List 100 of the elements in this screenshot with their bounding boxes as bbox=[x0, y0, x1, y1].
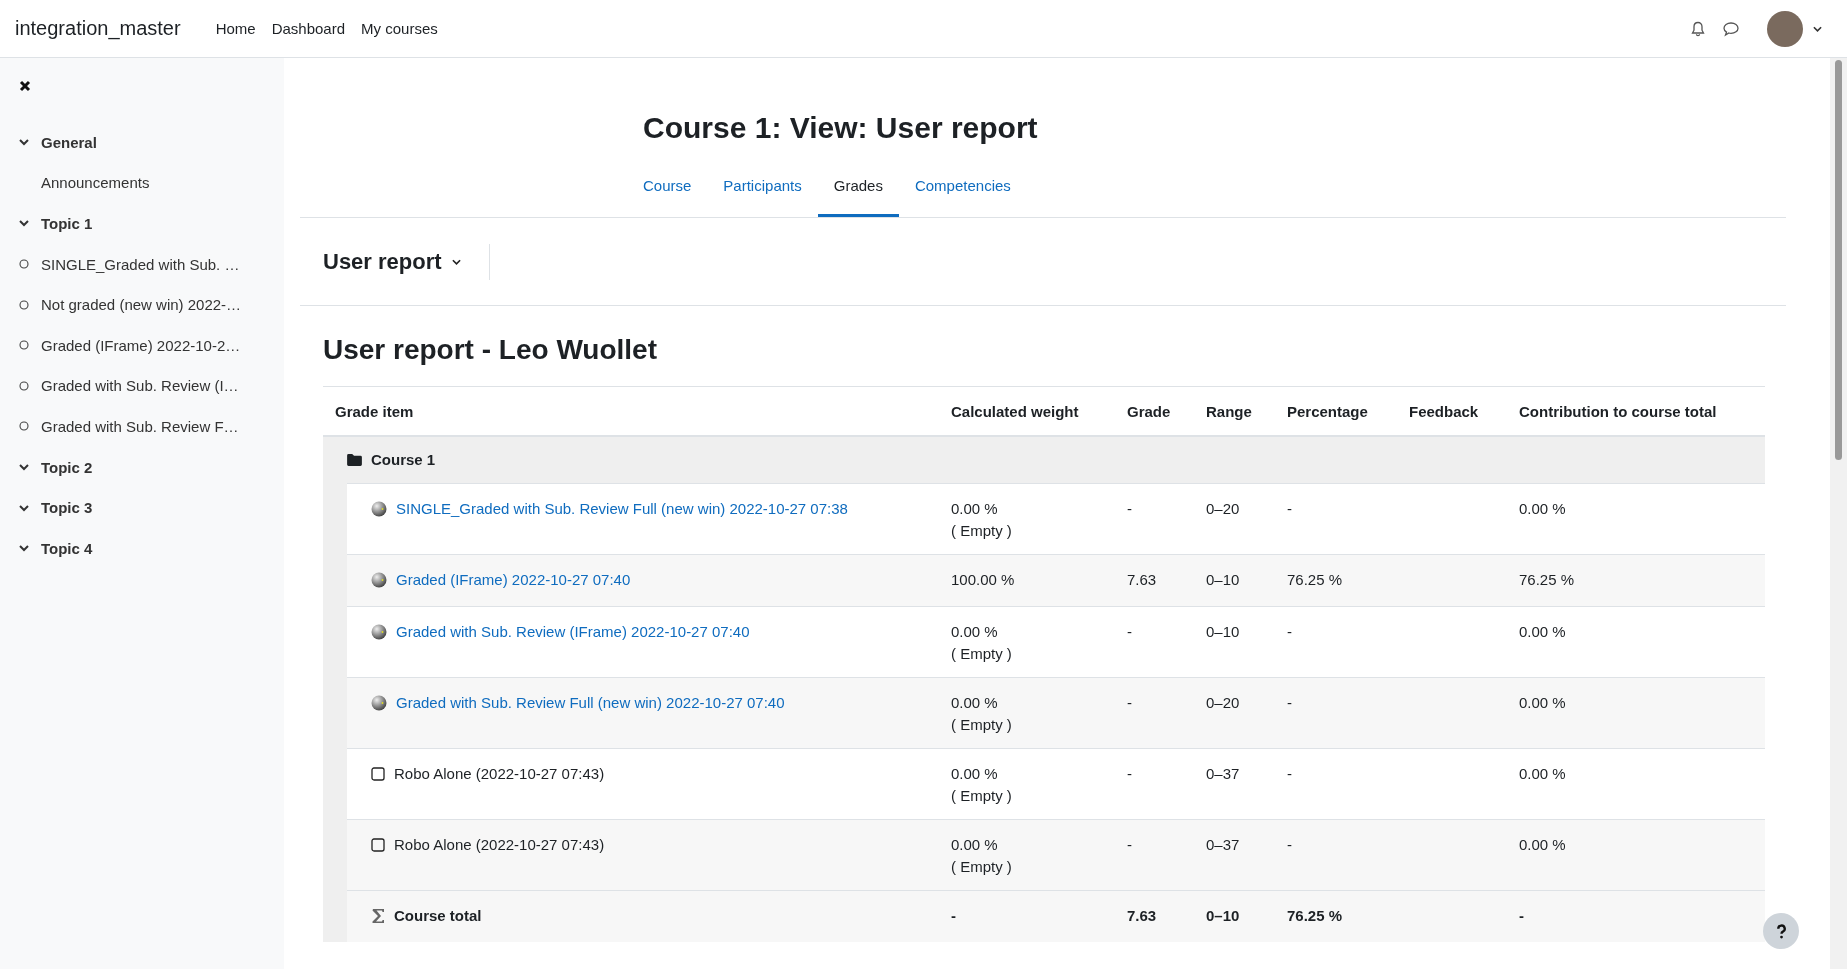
weight-value: 0.00 % bbox=[951, 693, 999, 713]
column-header: Grade bbox=[1127, 402, 1171, 420]
column-header: Grade item bbox=[335, 402, 414, 420]
nav-link[interactable]: Home bbox=[215, 20, 256, 37]
grade-value: - bbox=[1127, 836, 1132, 853]
activity-link[interactable]: SINGLE_Graded with Sub. … bbox=[41, 255, 240, 273]
column-header: Range bbox=[1206, 402, 1252, 420]
grade-value: 7.63 bbox=[1127, 571, 1157, 588]
grade-item-link[interactable]: Graded with Sub. Review (IFrame) 2022-10-27 07:40 bbox=[396, 621, 750, 643]
weight-value: 0.00 % bbox=[951, 835, 999, 855]
chevron-icon[interactable] bbox=[19, 218, 29, 229]
weight-value: 0.00 % bbox=[951, 499, 999, 519]
caret-icon[interactable] bbox=[1813, 25, 1822, 32]
grade-item-name: Robo Alone (2022-10-27 07:43) bbox=[394, 764, 605, 784]
range-value: 0–20 bbox=[1206, 694, 1240, 711]
close-icon[interactable] bbox=[19, 80, 31, 92]
user-avatar[interactable] bbox=[1767, 10, 1803, 47]
contribution-value: 0.00 % bbox=[1519, 765, 1566, 782]
tab[interactable]: Course bbox=[643, 177, 708, 217]
section-link[interactable]: Topic 1 bbox=[41, 215, 93, 232]
globe-icon bbox=[371, 695, 387, 711]
question-mark-icon bbox=[1775, 923, 1787, 939]
circle-icon bbox=[19, 380, 29, 391]
percentage-value: 76.25 % bbox=[1287, 571, 1343, 588]
tab[interactable]: Participants bbox=[707, 177, 818, 217]
weight-note: ( Empty ) bbox=[951, 644, 1013, 664]
total-label: Course total bbox=[394, 906, 482, 926]
chevron-icon[interactable] bbox=[19, 543, 29, 554]
report-selector[interactable]: User report bbox=[323, 248, 461, 275]
contribution-value: 0.00 % bbox=[1519, 694, 1566, 711]
caret-icon bbox=[451, 258, 461, 265]
activity-link[interactable]: Not graded (new win) 2022-… bbox=[41, 296, 242, 314]
section-link[interactable]: Topic 4 bbox=[41, 539, 93, 557]
activity-link[interactable]: Graded with Sub. Review (I… bbox=[41, 377, 239, 395]
circle-icon bbox=[19, 421, 29, 432]
range-value: 0–37 bbox=[1206, 836, 1240, 853]
activity-link[interactable]: Graded with Sub. Review F… bbox=[41, 417, 239, 435]
site-name[interactable]: integration_master bbox=[15, 17, 181, 40]
weight-note: ( Empty ) bbox=[951, 521, 1013, 541]
contribution-value: - bbox=[1519, 907, 1524, 924]
grade-item-name: Robo Alone (2022-10-27 07:43) bbox=[394, 835, 605, 855]
grade-item-link[interactable]: Graded (IFrame) 2022-10-27 07:40 bbox=[396, 569, 631, 591]
activity-link[interactable]: Graded (IFrame) 2022-10-2… bbox=[41, 336, 241, 354]
weight-value: 0.00 % bbox=[951, 622, 999, 642]
tab[interactable]: Grades bbox=[817, 177, 899, 217]
weight-note: ( Empty ) bbox=[951, 786, 1013, 806]
help-button[interactable] bbox=[1763, 913, 1799, 949]
report-title: User report - Leo Wuollet bbox=[323, 334, 658, 366]
weight-note: ( Empty ) bbox=[951, 715, 1013, 735]
section-link[interactable]: General bbox=[41, 133, 97, 151]
scrollbar[interactable] bbox=[1830, 58, 1847, 969]
page-title: Course 1: View: User report bbox=[643, 110, 1039, 146]
range-value: 0–20 bbox=[1206, 500, 1240, 517]
grade-value: - bbox=[1127, 500, 1132, 517]
percentage-value: - bbox=[1287, 836, 1292, 853]
globe-icon bbox=[371, 572, 387, 588]
range-value: 0–10 bbox=[1206, 907, 1240, 924]
circle-icon bbox=[19, 259, 29, 270]
contribution-value: 76.25 % bbox=[1519, 571, 1575, 588]
column-header: Contribution to course total bbox=[1519, 402, 1717, 420]
contribution-value: 0.00 % bbox=[1519, 836, 1566, 853]
percentage-value: - bbox=[1287, 694, 1292, 711]
tab[interactable]: Competencies bbox=[898, 177, 1027, 217]
weight-note: ( Empty ) bbox=[951, 857, 1013, 877]
percentage-value: 76.25 % bbox=[1287, 907, 1343, 924]
section-link[interactable]: Topic 2 bbox=[41, 458, 93, 476]
contribution-value: 0.00 % bbox=[1519, 500, 1566, 517]
bell-icon[interactable] bbox=[1690, 20, 1706, 37]
range-value: 0–10 bbox=[1206, 571, 1240, 588]
globe-icon bbox=[371, 624, 387, 640]
circle-icon bbox=[19, 299, 29, 310]
folder-icon bbox=[347, 454, 362, 466]
grade-value: 7.63 bbox=[1127, 907, 1157, 924]
weight-value: - bbox=[951, 907, 956, 924]
chevron-icon[interactable] bbox=[19, 462, 29, 473]
section-link[interactable]: Topic 3 bbox=[41, 499, 93, 517]
square-icon bbox=[371, 838, 385, 852]
range-value: 0–37 bbox=[1206, 765, 1240, 782]
contribution-value: 0.00 % bbox=[1519, 623, 1566, 640]
grade-value: - bbox=[1127, 623, 1132, 640]
activity-link[interactable]: Announcements bbox=[41, 174, 150, 192]
grade-value: - bbox=[1127, 765, 1132, 782]
weight-value: 0.00 % bbox=[951, 764, 999, 784]
column-header: Feedback bbox=[1409, 402, 1479, 420]
percentage-value: - bbox=[1287, 623, 1292, 640]
globe-icon bbox=[371, 501, 387, 517]
sigma-icon bbox=[371, 908, 385, 924]
weight-value: 100.00 % bbox=[951, 570, 1016, 590]
chevron-icon[interactable] bbox=[19, 502, 29, 513]
percentage-value: - bbox=[1287, 500, 1292, 517]
grade-item-link[interactable]: SINGLE_Graded with Sub. Review Full (new win) 2022-10-27 07:38 bbox=[396, 498, 848, 520]
nav-link[interactable]: My courses bbox=[361, 20, 438, 37]
chat-bubble-icon[interactable] bbox=[1722, 20, 1740, 37]
circle-icon bbox=[19, 340, 29, 351]
chevron-icon[interactable] bbox=[19, 137, 29, 148]
category-name: Course 1 bbox=[371, 450, 436, 470]
grade-value: - bbox=[1127, 694, 1132, 711]
column-header: Calculated weight bbox=[951, 402, 1079, 420]
square-icon bbox=[371, 767, 385, 781]
nav-link[interactable]: Dashboard bbox=[271, 20, 346, 37]
